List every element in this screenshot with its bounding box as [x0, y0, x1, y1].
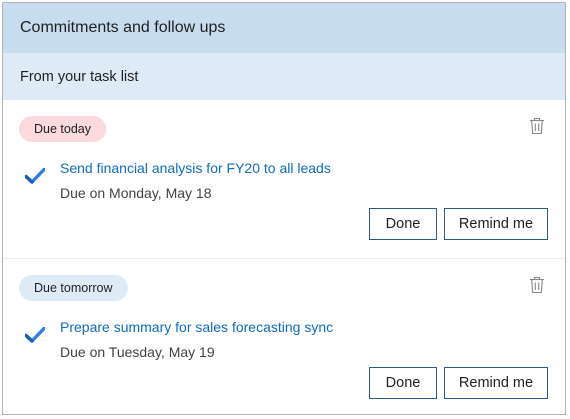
- remind-me-button[interactable]: Remind me: [444, 367, 548, 399]
- task-due-date: Due on Monday, May 18: [60, 185, 212, 201]
- due-tomorrow-badge: Due tomorrow: [19, 275, 128, 301]
- task-title-link[interactable]: Prepare summary for sales forecasting sy…: [60, 318, 333, 336]
- task-due-date: Due on Tuesday, May 19: [60, 344, 215, 360]
- card-header: Commitments and follow ups: [3, 3, 565, 53]
- remind-me-button[interactable]: Remind me: [444, 208, 548, 240]
- commitments-card: Commitments and follow ups From your tas…: [2, 2, 566, 415]
- task-list-subheader: From your task list: [3, 53, 565, 100]
- checkmark-icon: [24, 167, 46, 184]
- done-button[interactable]: Done: [369, 367, 437, 399]
- done-button[interactable]: Done: [369, 208, 437, 240]
- trash-icon[interactable]: [529, 276, 545, 294]
- trash-icon[interactable]: [529, 117, 545, 135]
- subheader-title: From your task list: [20, 68, 139, 85]
- task-item: Send financial analysis for FY20 to all …: [24, 159, 331, 202]
- task-item: Prepare summary for sales forecasting sy…: [24, 318, 333, 361]
- task-title-link[interactable]: Send financial analysis for FY20 to all …: [60, 159, 331, 177]
- checkmark-icon: [24, 326, 46, 343]
- task-section-tomorrow: Due tomorrow Prepare summary for sales f…: [3, 259, 565, 414]
- due-today-badge: Due today: [19, 116, 106, 142]
- task-section-today: Due today Send financial analysis for FY…: [3, 100, 565, 259]
- card-title: Commitments and follow ups: [20, 19, 226, 36]
